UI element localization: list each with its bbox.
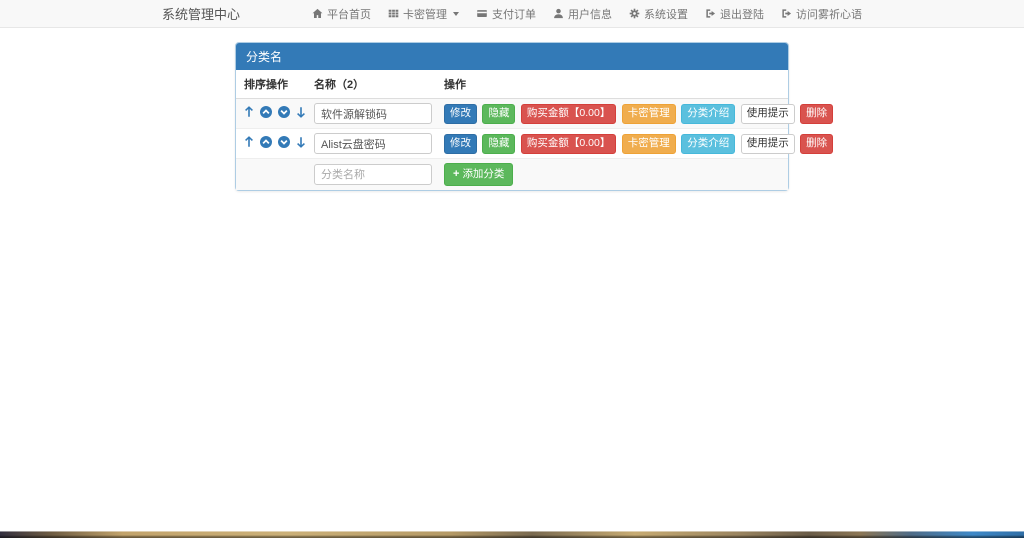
hide-button[interactable]: 隐藏 [482, 104, 515, 125]
card-manage-button[interactable]: 卡密管理 [622, 104, 676, 125]
plus-icon: + [453, 168, 459, 180]
sort-down-icon[interactable] [278, 136, 290, 148]
actions-cell: 修改 隐藏 购买金额【0.00】 卡密管理 分类介绍 使用提示 删除 [436, 129, 788, 159]
top-navbar: 系统管理中心 平台首页 卡密管理 [0, 0, 1024, 28]
table-row: 修改 隐藏 购买金额【0.00】 卡密管理 分类介绍 使用提示 删除 [236, 129, 788, 159]
sort-top-icon[interactable] [244, 106, 254, 118]
nav-item-logout[interactable]: 退出登陆 [705, 6, 764, 22]
col-header-name: 名称（2） [306, 70, 436, 99]
nav-item-label: 退出登陆 [720, 6, 764, 22]
nav-item-label: 系统设置 [644, 6, 688, 22]
category-name-input[interactable] [314, 133, 432, 154]
category-intro-button[interactable]: 分类介绍 [681, 134, 735, 155]
sort-cell [236, 99, 306, 129]
credit-card-icon [476, 8, 488, 19]
edit-button[interactable]: 修改 [444, 134, 477, 155]
add-category-button[interactable]: +添加分类 [444, 163, 513, 186]
nav-item-pay-orders[interactable]: 支付订单 [476, 6, 536, 22]
nav-item-visit-site[interactable]: 访问雾祈心语 [781, 6, 862, 22]
card-manage-button[interactable]: 卡密管理 [622, 134, 676, 155]
sort-bottom-icon[interactable] [296, 106, 306, 118]
sort-bottom-icon[interactable] [296, 136, 306, 148]
add-category-label: 添加分类 [462, 168, 504, 180]
edit-button[interactable]: 修改 [444, 104, 477, 125]
new-category-name-input[interactable] [314, 164, 432, 185]
hide-button[interactable]: 隐藏 [482, 134, 515, 155]
empty-cell [236, 159, 306, 190]
sort-cell [236, 129, 306, 159]
table-row: 修改 隐藏 购买金额【0.00】 卡密管理 分类介绍 使用提示 删除 [236, 99, 788, 129]
category-table: 排序操作 名称（2） 操作 [236, 70, 788, 190]
panel-title: 分类名 [236, 43, 788, 70]
sort-top-icon[interactable] [244, 136, 254, 148]
navbar-links: 平台首页 卡密管理 支付订单 [312, 6, 862, 22]
background-photo-strip [0, 531, 1024, 538]
grid-icon [388, 8, 399, 19]
name-cell [306, 99, 436, 129]
name-cell [306, 159, 436, 190]
delete-button[interactable]: 删除 [800, 104, 833, 125]
nav-item-system-settings[interactable]: 系统设置 [629, 6, 688, 22]
table-header-row: 排序操作 名称（2） 操作 [236, 70, 788, 99]
gear-icon [629, 8, 640, 19]
sign-out-icon [705, 8, 716, 19]
col-header-actions: 操作 [436, 70, 788, 99]
sort-down-icon[interactable] [278, 106, 290, 118]
usage-tip-button[interactable]: 使用提示 [741, 104, 795, 125]
nav-item-label: 用户信息 [568, 6, 612, 22]
sort-up-icon[interactable] [260, 136, 272, 148]
nav-item-label: 支付订单 [492, 6, 536, 22]
nav-item-label: 卡密管理 [403, 6, 447, 22]
actions-cell: +添加分类 [436, 159, 788, 190]
nav-item-label: 平台首页 [327, 6, 371, 22]
nav-item-platform-home[interactable]: 平台首页 [312, 6, 371, 22]
category-name-input[interactable] [314, 103, 432, 124]
navbar-container: 系统管理中心 平台首页 卡密管理 [162, 0, 862, 27]
buy-amount-button[interactable]: 购买金额【0.00】 [521, 134, 616, 155]
nav-item-card-manage[interactable]: 卡密管理 [388, 6, 459, 22]
usage-tip-button[interactable]: 使用提示 [741, 134, 795, 155]
sort-up-icon[interactable] [260, 106, 272, 118]
nav-item-user-info[interactable]: 用户信息 [553, 6, 612, 22]
add-category-row: +添加分类 [236, 159, 788, 190]
delete-button[interactable]: 删除 [800, 134, 833, 155]
actions-cell: 修改 隐藏 购买金额【0.00】 卡密管理 分类介绍 使用提示 删除 [436, 99, 788, 129]
home-icon [312, 8, 323, 19]
brand-title[interactable]: 系统管理中心 [162, 4, 240, 23]
category-intro-button[interactable]: 分类介绍 [681, 104, 735, 125]
col-header-sort: 排序操作 [236, 70, 306, 99]
buy-amount-button[interactable]: 购买金额【0.00】 [521, 104, 616, 125]
sign-out-icon [781, 8, 792, 19]
user-icon [553, 8, 564, 19]
name-cell [306, 129, 436, 159]
chevron-down-icon [453, 12, 459, 16]
category-panel: 分类名 排序操作 名称（2） 操作 [235, 42, 789, 191]
nav-item-label: 访问雾祈心语 [796, 6, 862, 22]
